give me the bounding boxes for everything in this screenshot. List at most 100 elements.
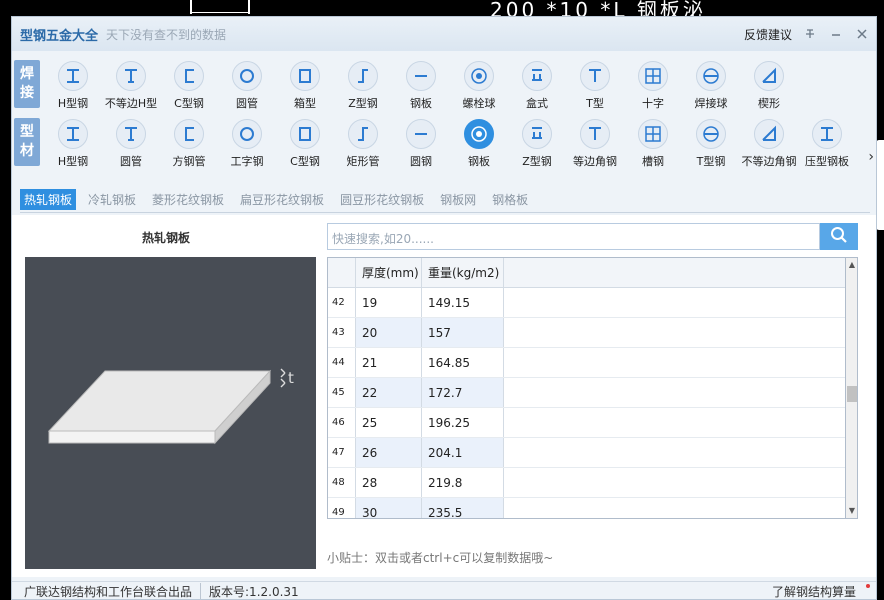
row-number-header	[328, 258, 356, 287]
table-row[interactable]: 49 30 235.5	[328, 498, 845, 518]
weld-item[interactable]: 螺栓球	[450, 55, 508, 113]
scroll-down-icon[interactable]: ▼	[847, 505, 857, 517]
weld-item-label: 螺栓球	[462, 97, 496, 110]
weld-item[interactable]: Z型钢	[334, 55, 392, 113]
profile-shape-icon	[754, 61, 784, 91]
header-weight: 重量(kg/m2)	[422, 258, 504, 287]
weld-item[interactable]: 焊接球	[682, 55, 740, 113]
profile-item-label: 矩形管	[346, 155, 380, 168]
weld-item-label: C型钢	[174, 97, 204, 110]
profile-item[interactable]: 钢板	[450, 113, 508, 171]
weld-category-label[interactable]: 焊 接	[14, 60, 40, 108]
weight-cell: 172.7	[422, 378, 504, 407]
table-row[interactable]: 47 26 204.1	[328, 438, 845, 468]
scroll-right-chevron-icon[interactable]: ›	[868, 149, 874, 165]
weld-item-label: 圆管	[236, 97, 258, 110]
scroll-thumb[interactable]	[847, 386, 857, 402]
weld-item[interactable]: 钢板	[392, 55, 450, 113]
weld-item[interactable]: C型钢	[160, 55, 218, 113]
profile-shape-icon	[464, 119, 494, 149]
thickness-cell: 19	[356, 288, 422, 317]
thickness-cell: 28	[356, 468, 422, 497]
weld-item[interactable]: 盒式	[508, 55, 566, 113]
thickness-cell: 22	[356, 378, 422, 407]
profile-label-line: 型	[20, 124, 34, 140]
profile-item[interactable]: 工字钢	[218, 113, 276, 171]
table-row[interactable]: 46 25 196.25	[328, 408, 845, 438]
profile-item-label: 工字钢	[230, 155, 264, 168]
feedback-link[interactable]: 反馈建议	[744, 26, 792, 43]
subtab[interactable]: 热轧钢板	[20, 189, 77, 210]
table-row[interactable]: 44 21 164.85	[328, 348, 845, 378]
profile-item-label: 圆管	[120, 155, 142, 168]
profile-item-label: 压型钢板	[805, 155, 849, 168]
profile-item[interactable]: 压型钢板	[798, 113, 856, 171]
profile-item[interactable]: Z型钢	[508, 113, 566, 171]
weld-item[interactable]: 圆管	[218, 55, 276, 113]
weld-item-label: Z型钢	[348, 97, 378, 110]
weld-item-label: 焊接球	[694, 97, 728, 110]
profile-item[interactable]: 矩形管	[334, 113, 392, 171]
profile-shape-icon	[232, 61, 262, 91]
thickness-cell: 20	[356, 318, 422, 347]
profile-item[interactable]: 圆钢	[392, 113, 450, 171]
table-body: 42 19 149.15 43 20 157 44 21 164.85 45 22 172.7 46 25…	[328, 288, 845, 518]
weld-item[interactable]: T型	[566, 55, 624, 113]
profile-label-line: 材	[20, 143, 34, 159]
weld-label-line: 焊	[20, 66, 34, 82]
learn-more-link[interactable]: 了解钢结构算量	[772, 583, 876, 599]
profile-category-label[interactable]: 型 材	[14, 118, 40, 166]
search-input[interactable]: 快速搜索,如20......	[327, 223, 820, 250]
weld-item[interactable]: 箱型	[276, 55, 334, 113]
weld-item[interactable]: H型钢	[44, 55, 102, 113]
profile-item-label: H型钢	[57, 155, 89, 168]
profile-shape-icon	[348, 119, 378, 149]
profile-item[interactable]: 不等边角钢	[740, 113, 798, 171]
weld-item[interactable]: 不等边H型	[102, 55, 160, 113]
profile-shape-icon	[754, 119, 784, 149]
profile-item[interactable]: H型钢	[44, 113, 102, 171]
close-icon[interactable]	[854, 26, 870, 42]
search-button[interactable]	[820, 223, 858, 250]
profile-shape-icon	[696, 119, 726, 149]
profile-shape-icon	[116, 119, 146, 149]
subtab[interactable]: 冷轧钢板	[84, 189, 140, 210]
profile-item[interactable]: T型钢	[682, 113, 740, 171]
steel-handbook-window: 型钢五金大全 天下没有查不到的数据 反馈建议 焊 接 H型钢 不等边H型 C型钢…	[11, 16, 877, 600]
table-scrollbar[interactable]: ▲ ▼	[846, 257, 858, 519]
weld-item-label: H型钢	[57, 97, 89, 110]
profile-shape-icon	[174, 61, 204, 91]
profile-item-label: T型钢	[696, 155, 726, 168]
weld-item[interactable]: 十字	[624, 55, 682, 113]
subtab[interactable]: 圆豆形花纹钢板	[336, 189, 428, 210]
row-number: 46	[328, 408, 356, 437]
subtab[interactable]: 菱形花纹钢板	[148, 189, 228, 210]
profile-shape-icon	[290, 119, 320, 149]
steel-plate-illustration: t	[47, 368, 294, 445]
profile-item[interactable]: 圆管	[102, 113, 160, 171]
profile-shape-icon	[638, 119, 668, 149]
weight-cell: 164.85	[422, 348, 504, 377]
pin-icon[interactable]	[802, 26, 818, 42]
weld-item[interactable]: 楔形	[740, 55, 798, 113]
profile-item[interactable]: C型钢	[276, 113, 334, 171]
table-row[interactable]: 48 28 219.8	[328, 468, 845, 498]
title-controls: 反馈建议	[744, 26, 876, 43]
subtab[interactable]: 钢板网	[436, 189, 480, 210]
table-row[interactable]: 45 22 172.7	[328, 378, 845, 408]
thickness-label: t	[288, 369, 294, 387]
profile-item[interactable]: 方钢管	[160, 113, 218, 171]
profile-shape-icon	[406, 61, 436, 91]
profile-shape-icon	[464, 61, 494, 91]
profile-item[interactable]: 等边角钢	[566, 113, 624, 171]
table-row[interactable]: 43 20 157	[328, 318, 845, 348]
subtab[interactable]: 钢格板	[488, 189, 532, 210]
scroll-up-icon[interactable]: ▲	[847, 259, 857, 271]
section-title: 热轧钢板	[142, 231, 191, 245]
profile-item[interactable]: 槽钢	[624, 113, 682, 171]
minimize-icon[interactable]	[828, 26, 844, 42]
table-row[interactable]: 42 19 149.15	[328, 288, 845, 318]
subtab[interactable]: 扁豆形花纹钢板	[236, 189, 328, 210]
profile-category-row: 型 材 H型钢 圆管 方钢管 工字钢 C型钢 矩形管 圆钢 钢板 Z型钢 等边角钢 槽钢 T型钢 不等边…	[12, 113, 876, 171]
weight-cell: 157	[422, 318, 504, 347]
